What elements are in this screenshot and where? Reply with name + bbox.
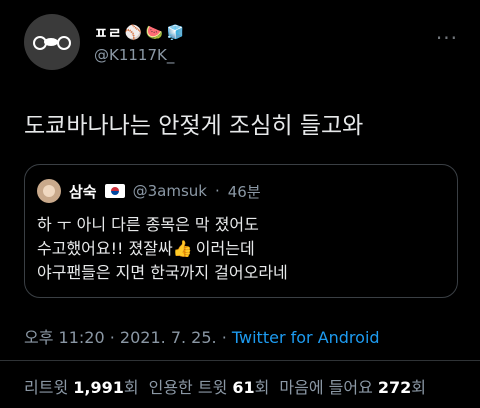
quotes-label: 인용한 트윗 bbox=[148, 378, 228, 397]
display-name-text: ㅍㄹ bbox=[94, 24, 122, 42]
retweets-stat[interactable]: 리트윗 1,991회 bbox=[24, 374, 139, 398]
quoted-tweet[interactable]: 삼숙 @3amsuk · 46분 하 ㅜ 아니 다른 종목은 막 졌어도 수고했… bbox=[24, 164, 458, 298]
quoted-avatar bbox=[37, 179, 61, 203]
separator-dot: · bbox=[214, 182, 220, 200]
korea-flag-icon bbox=[104, 184, 125, 198]
quoted-line: 야구팬들은 지면 한국까지 걸어오라네 bbox=[37, 263, 288, 282]
tweet-stats: 리트윗 1,991회 인용한 트윗 61회 마음에 들어요 272회 bbox=[24, 374, 426, 398]
likes-stat[interactable]: 마음에 들어요 272회 bbox=[279, 374, 426, 398]
tweet-meta: 오후 11:20 · 2021. 7. 25. · Twitter for An… bbox=[24, 324, 380, 348]
watermelon-icon: 🍉 bbox=[145, 24, 164, 41]
tweet-time[interactable]: 오후 11:20 bbox=[24, 328, 105, 347]
author-display-name[interactable]: ㅍㄹ ⚾ 🍉 🧊 bbox=[94, 22, 185, 43]
separator-dot: · bbox=[109, 328, 115, 347]
likes-count: 272 bbox=[377, 378, 412, 397]
tweet-date[interactable]: 2021. 7. 25. bbox=[120, 328, 217, 347]
retweets-label: 리트윗 bbox=[24, 378, 69, 397]
quotes-count: 61 bbox=[232, 378, 255, 397]
ice-icon: 🧊 bbox=[166, 24, 185, 41]
quoted-line-part: 수고했어요!! 졌잘싸 bbox=[37, 239, 173, 258]
likes-label: 마음에 들어요 bbox=[279, 378, 373, 397]
avatar-eye-right bbox=[57, 36, 71, 50]
quoted-handle: @3amsuk bbox=[132, 182, 207, 200]
separator-dot: · bbox=[221, 328, 227, 347]
quotes-stat[interactable]: 인용한 트윗 61회 bbox=[149, 374, 270, 398]
baseball-icon: ⚾ bbox=[124, 24, 143, 41]
quoted-text: 하 ㅜ 아니 다른 종목은 막 졌어도 수고했어요!! 졌잘싸👍 이러는데 야구… bbox=[37, 213, 288, 285]
author-avatar[interactable] bbox=[24, 14, 80, 70]
tweet-source[interactable]: Twitter for Android bbox=[232, 328, 380, 347]
quoted-name: 삼숙 bbox=[69, 182, 97, 201]
quoted-time: 46분 bbox=[227, 182, 261, 201]
quotes-unit: 회 bbox=[254, 378, 270, 397]
author-username[interactable]: @K1117K_ bbox=[94, 46, 174, 64]
avatar-beak bbox=[44, 38, 58, 46]
tweet-text: 도쿄바나나는 안젖게 조심히 들고와 bbox=[24, 113, 364, 139]
likes-unit: 회 bbox=[411, 378, 427, 397]
quoted-line: 수고했어요!! 졌잘싸👍 이러는데 bbox=[37, 237, 288, 261]
quoted-tweet-header: 삼숙 @3amsuk · 46분 bbox=[37, 179, 261, 203]
quoted-line-part: 이러는데 bbox=[195, 239, 255, 258]
retweets-count: 1,991 bbox=[73, 378, 124, 397]
thumbs-up-icon: 👍 bbox=[172, 239, 193, 258]
more-options-icon[interactable]: ··· bbox=[436, 26, 458, 50]
retweets-unit: 회 bbox=[123, 378, 139, 397]
quoted-line: 하 ㅜ 아니 다른 종목은 막 졌어도 bbox=[37, 215, 259, 234]
divider bbox=[0, 360, 480, 361]
